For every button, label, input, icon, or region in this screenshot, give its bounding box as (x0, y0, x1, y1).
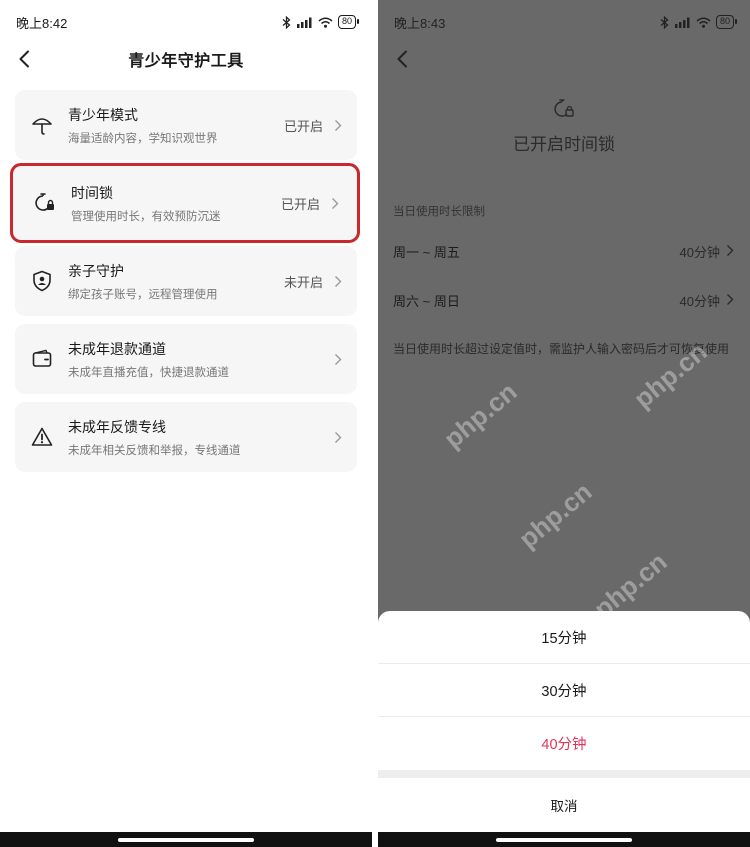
chevron-right-icon (726, 244, 734, 260)
battery-icon: 80 (337, 15, 360, 29)
home-indicator[interactable] (118, 837, 254, 842)
status-time: 晚上8:42 (16, 15, 68, 31)
item-subtitle: 管理使用时长，有效预防沉迷 (71, 210, 221, 223)
minor-feedback-item[interactable]: 未成年反馈专线 未成年相关反馈和举报，专线通道 (15, 402, 357, 472)
home-indicator-bar (0, 832, 372, 847)
back-button[interactable] (12, 46, 36, 72)
shield-user-icon (30, 269, 54, 293)
battery-icon: 80 (715, 15, 738, 29)
umbrella-icon (30, 113, 54, 137)
row-label: 周一 ~ 周五 (393, 245, 460, 260)
parental-guard-item[interactable]: 亲子守护 绑定孩子账号，远程管理使用 未开启 (15, 246, 357, 316)
item-status: 已开启 (280, 196, 320, 212)
signal-icon (296, 17, 312, 28)
item-status: 未开启 (283, 274, 323, 290)
minor-refund-item[interactable]: 未成年退款通道 未成年直播充值，快捷退款通道 (15, 324, 357, 394)
chevron-right-icon (331, 431, 345, 444)
section-label: 当日使用时长限制 (393, 206, 485, 218)
bluetooth-icon (282, 15, 291, 29)
status-icons: 80 (282, 15, 360, 29)
item-title: 未成年反馈专线 (68, 418, 166, 435)
youth-mode-item[interactable]: 青少年模式 海量适龄内容，学知识观世界 已开启 (15, 90, 357, 160)
item-subtitle: 绑定孩子账号，远程管理使用 (68, 288, 218, 301)
chevron-left-icon (397, 50, 407, 68)
item-subtitle: 未成年直播充值，快捷退款通道 (68, 366, 229, 379)
status-time: 晚上8:43 (394, 15, 446, 31)
home-indicator[interactable] (496, 837, 632, 842)
item-title: 青少年模式 (68, 106, 138, 123)
item-title: 未成年退款通道 (68, 340, 166, 357)
status-bar: 晚上8:43 80 (378, 0, 750, 44)
chevron-left-icon (19, 50, 29, 68)
watermark: php.cn (438, 376, 523, 454)
weekday-limit-row[interactable]: 周一 ~ 周五 40分钟 (378, 227, 750, 276)
cancel-button[interactable]: 取消 (378, 778, 750, 832)
chevron-right-icon (328, 197, 342, 210)
page-title: 青少年守护工具 (128, 53, 244, 70)
option-30-min[interactable]: 30分钟 (378, 664, 750, 717)
nav-bar: 青少年守护工具 (0, 44, 372, 74)
chevron-right-icon (331, 275, 345, 288)
item-title: 亲子守护 (68, 262, 124, 279)
item-subtitle: 海量适龄内容，学知识观世界 (68, 132, 218, 145)
chevron-right-icon (331, 119, 345, 132)
time-lock-item[interactable]: 时间锁 管理使用时长，有效预防沉迷 已开启 (10, 163, 360, 243)
row-value: 40分钟 (679, 294, 720, 309)
warning-icon (30, 425, 54, 449)
option-40-min[interactable]: 40分钟 (378, 717, 750, 770)
weekend-limit-row[interactable]: 周六 ~ 周日 40分钟 (378, 276, 750, 325)
wallet-icon (30, 347, 54, 371)
lock-header: 已开启时间锁 (378, 74, 750, 155)
item-status: 已开启 (283, 118, 323, 134)
limit-note: 当日使用时长超过设定值时，需监护人输入密码后才可恢复使用 (393, 342, 730, 356)
bluetooth-icon (660, 15, 669, 29)
item-title: 时间锁 (71, 184, 113, 201)
duration-picker-sheet: 15分钟 30分钟 40分钟 取消 (378, 611, 750, 847)
watermark: php.cn (513, 476, 598, 554)
row-label: 周六 ~ 周日 (393, 294, 460, 309)
left-screen: 晚上8:42 80 青少年守护工具 青少年模式 海量适龄内容，学知识观世界 已开… (0, 0, 372, 847)
row-value: 40分钟 (679, 245, 720, 260)
lock-status-title: 已开启时间锁 (513, 135, 615, 154)
status-icons: 80 (660, 15, 738, 29)
signal-icon (674, 17, 690, 28)
wifi-icon (696, 17, 711, 28)
tool-list: 青少年模式 海量适龄内容，学知识观世界 已开启 时间锁 管理使用时长，有效预防沉… (0, 74, 372, 472)
home-indicator-bar (378, 832, 750, 847)
status-bar: 晚上8:42 80 (0, 0, 372, 44)
sheet-divider (378, 770, 750, 778)
option-15-min[interactable]: 15分钟 (378, 611, 750, 664)
back-button[interactable] (390, 46, 414, 72)
wifi-icon (318, 17, 333, 28)
chevron-right-icon (331, 353, 345, 366)
timer-lock-icon (378, 98, 750, 120)
chevron-right-icon (726, 293, 734, 309)
item-subtitle: 未成年相关反馈和举报，专线通道 (68, 444, 241, 457)
nav-bar (378, 44, 750, 74)
timer-lock-icon (33, 191, 57, 215)
right-screen: 晚上8:43 80 已开启时间锁 当日使用时长限制 周一 ~ 周五 40分钟 周… (378, 0, 750, 847)
